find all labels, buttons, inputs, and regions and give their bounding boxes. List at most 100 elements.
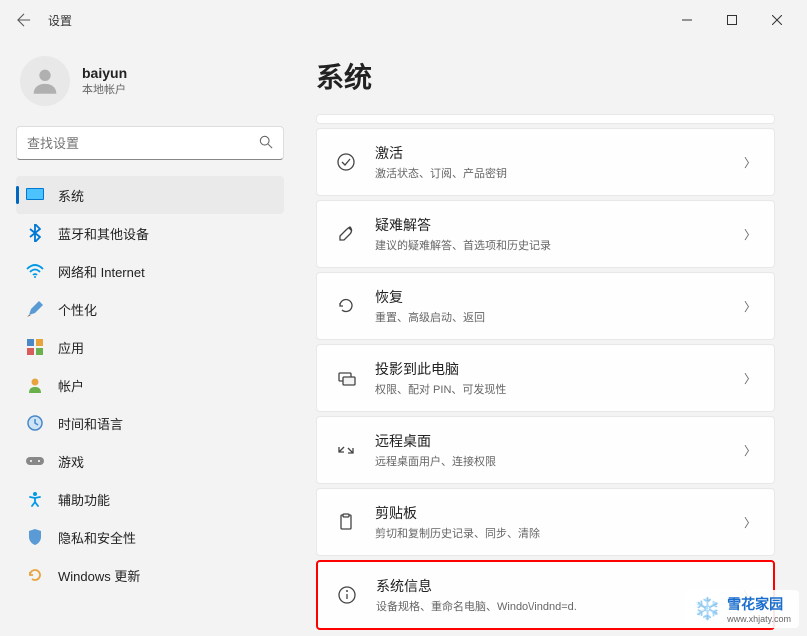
back-button[interactable] (8, 4, 40, 36)
nav-label: 辅助功能 (58, 490, 110, 509)
apps-icon (26, 338, 44, 356)
nav-item-account[interactable]: 帐户 (16, 366, 284, 404)
setting-desc: 重置、高级启动、返回 (375, 309, 744, 325)
nav-item-gaming[interactable]: 游戏 (16, 442, 284, 480)
user-section[interactable]: baiyun 本地帐户 (16, 48, 284, 126)
nav-label: 帐户 (58, 376, 84, 395)
back-arrow-icon (17, 13, 31, 27)
nav-label: 游戏 (58, 452, 84, 471)
nav-label: 隐私和安全性 (58, 528, 136, 547)
setting-clipboard[interactable]: 剪贴板 剪切和复制历史记录、同步、清除 〉 (316, 488, 775, 556)
search-box[interactable] (16, 126, 284, 160)
nav-item-time[interactable]: 时间和语言 (16, 404, 284, 442)
user-info: baiyun 本地帐户 (82, 65, 127, 97)
user-type: 本地帐户 (82, 81, 127, 97)
setting-title: 远程桌面 (375, 431, 744, 451)
watermark-url: www.xhjaty.com (727, 614, 791, 624)
system-icon (26, 186, 44, 204)
setting-project[interactable]: 投影到此电脑 权限、配对 PIN、可发现性 〉 (316, 344, 775, 412)
privacy-icon (26, 528, 44, 546)
nav-item-network[interactable]: 网络和 Internet (16, 252, 284, 290)
time-icon (26, 414, 44, 432)
setting-title: 疑难解答 (375, 215, 744, 235)
setting-spacer (316, 114, 775, 124)
search-icon (259, 135, 273, 152)
setting-activate[interactable]: 激活 激活状态、订阅、产品密钥 〉 (316, 128, 775, 196)
setting-text: 激活 激活状态、订阅、产品密钥 (375, 143, 744, 181)
watermark: ❄️ 雪花家园 www.xhjaty.com (686, 590, 799, 628)
nav-label: 系统 (58, 186, 84, 205)
account-icon (26, 376, 44, 394)
maximize-button[interactable] (709, 4, 754, 36)
setting-troubleshoot[interactable]: 疑难解答 建议的疑难解答、首选项和历史记录 〉 (316, 200, 775, 268)
sidebar: baiyun 本地帐户 系统 蓝牙和其他设备 (0, 40, 300, 636)
chevron-right-icon: 〉 (744, 370, 756, 387)
setting-title: 激活 (375, 143, 744, 163)
nav-label: 蓝牙和其他设备 (58, 224, 149, 243)
minimize-button[interactable] (664, 4, 709, 36)
remote-icon (335, 439, 357, 461)
chevron-right-icon: 〉 (744, 514, 756, 531)
nav-item-privacy[interactable]: 隐私和安全性 (16, 518, 284, 556)
setting-text: 疑难解答 建议的疑难解答、首选项和历史记录 (375, 215, 744, 253)
network-icon (26, 262, 44, 280)
bluetooth-icon (26, 224, 44, 242)
window-controls (664, 4, 799, 36)
setting-title: 恢复 (375, 287, 744, 307)
chevron-right-icon: 〉 (744, 154, 756, 171)
chevron-right-icon: 〉 (744, 442, 756, 459)
person-icon (28, 64, 62, 98)
minimize-icon (682, 15, 692, 25)
watermark-text: 雪花家园 www.xhjaty.com (727, 594, 791, 624)
nav-label: 时间和语言 (58, 414, 123, 433)
chevron-right-icon: 〉 (744, 226, 756, 243)
nav-label: Windows 更新 (58, 566, 140, 585)
main-content: 系统 激活 激活状态、订阅、产品密钥 〉 疑难解答 建议的疑难解答、首选项和历史… (300, 40, 807, 636)
setting-desc: 建议的疑难解答、首选项和历史记录 (375, 237, 744, 253)
setting-recovery[interactable]: 恢复 重置、高级启动、返回 〉 (316, 272, 775, 340)
troubleshoot-icon (335, 223, 357, 245)
accessibility-icon (26, 490, 44, 508)
nav-label: 个性化 (58, 300, 97, 319)
setting-remote[interactable]: 远程桌面 远程桌面用户、连接权限 〉 (316, 416, 775, 484)
recovery-icon (335, 295, 357, 317)
close-icon (772, 15, 782, 25)
snowflake-icon: ❄️ (694, 596, 721, 622)
nav-item-personalize[interactable]: 个性化 (16, 290, 284, 328)
maximize-icon (727, 15, 737, 25)
nav-item-system[interactable]: 系统 (16, 176, 284, 214)
nav-item-bluetooth[interactable]: 蓝牙和其他设备 (16, 214, 284, 252)
nav-label: 应用 (58, 338, 84, 357)
setting-desc: 激活状态、订阅、产品密钥 (375, 165, 744, 181)
nav-list: 系统 蓝牙和其他设备 网络和 Internet 个性化 应用 (16, 176, 284, 594)
setting-title: 剪贴板 (375, 503, 744, 523)
page-title: 系统 (316, 56, 775, 96)
about-icon (336, 584, 358, 606)
nav-label: 网络和 Internet (58, 262, 145, 281)
close-button[interactable] (754, 4, 799, 36)
window-title: 设置 (48, 12, 72, 29)
nav-item-update[interactable]: Windows 更新 (16, 556, 284, 594)
nav-item-apps[interactable]: 应用 (16, 328, 284, 366)
titlebar: 设置 (0, 0, 807, 40)
clipboard-icon (335, 511, 357, 533)
nav-item-accessibility[interactable]: 辅助功能 (16, 480, 284, 518)
chevron-right-icon: 〉 (744, 298, 756, 315)
activate-icon (335, 151, 357, 173)
settings-window: 设置 baiyun 本地帐户 (0, 0, 807, 636)
project-icon (335, 367, 357, 389)
user-name: baiyun (82, 65, 127, 81)
update-icon (26, 566, 44, 584)
watermark-title: 雪花家园 (727, 594, 791, 614)
setting-text: 投影到此电脑 权限、配对 PIN、可发现性 (375, 359, 744, 397)
setting-desc: 远程桌面用户、连接权限 (375, 453, 744, 469)
avatar (20, 56, 70, 106)
setting-desc: 权限、配对 PIN、可发现性 (375, 381, 744, 397)
content-area: baiyun 本地帐户 系统 蓝牙和其他设备 (0, 40, 807, 636)
setting-title: 投影到此电脑 (375, 359, 744, 379)
setting-text: 剪贴板 剪切和复制历史记录、同步、清除 (375, 503, 744, 541)
gaming-icon (26, 452, 44, 470)
setting-text: 远程桌面 远程桌面用户、连接权限 (375, 431, 744, 469)
search-input[interactable] (27, 136, 259, 151)
setting-desc: 剪切和复制历史记录、同步、清除 (375, 525, 744, 541)
